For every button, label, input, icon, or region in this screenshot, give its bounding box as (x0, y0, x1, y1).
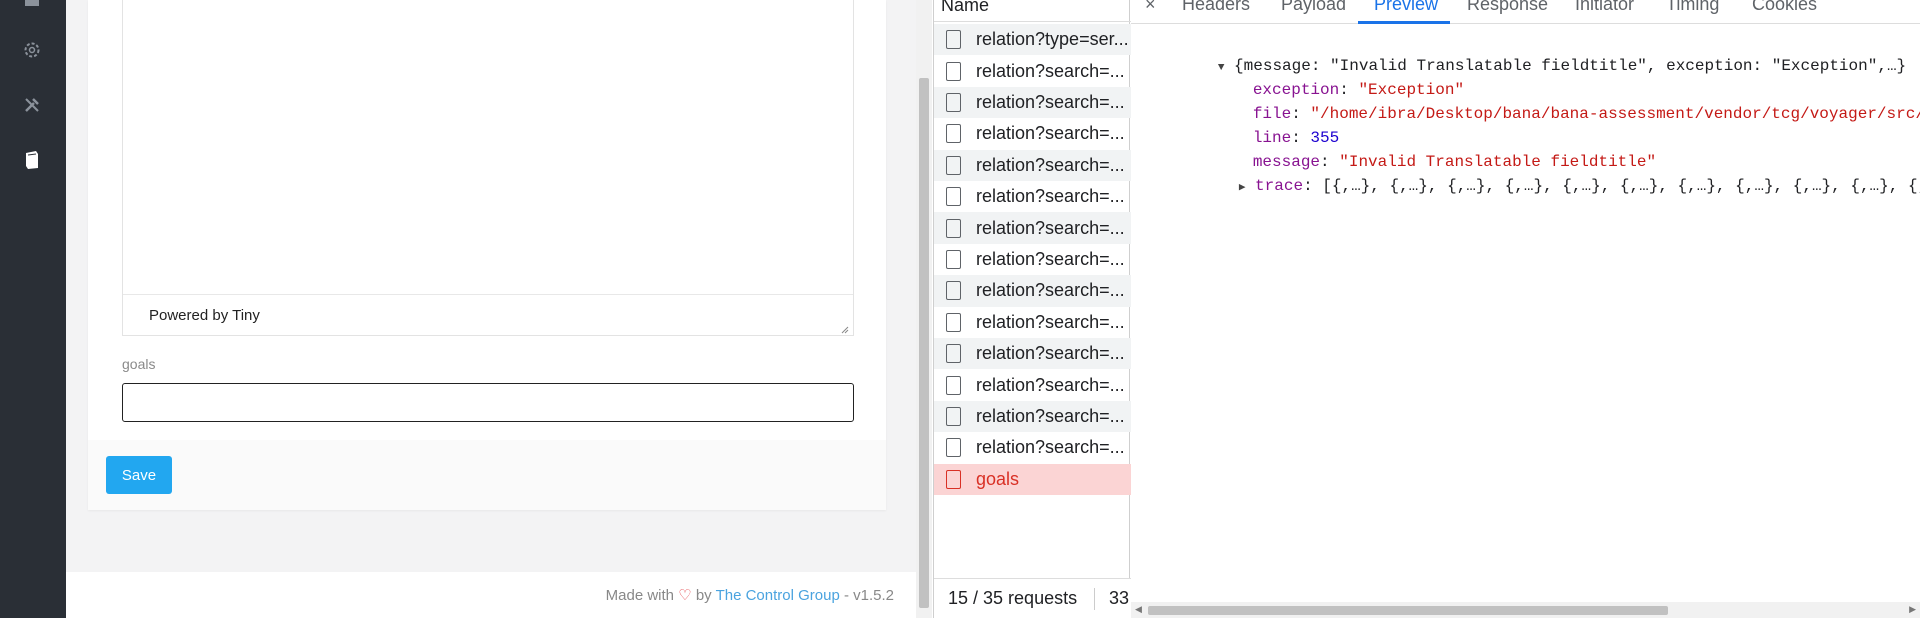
json-value: [{,…}, {,…}, {,…}, {,…}, {,…}, {,…}, {,…… (1322, 177, 1920, 195)
rich-text-editor[interactable]: Powered by Tiny (122, 0, 854, 336)
form-card: Powered by Tiny goals Save (88, 0, 886, 510)
tab-response[interactable]: Response (1467, 0, 1548, 15)
network-requests-panel: Name relation?type=ser... relation?search… (933, 0, 1131, 618)
document-icon (946, 92, 961, 112)
tab-cookies[interactable]: Cookies (1752, 0, 1817, 15)
json-value: "/home/ibra/Desktop/bana/bana-assessment… (1310, 105, 1920, 123)
json-preview: ▼ {message: "Invalid Translatable fieldt… (1131, 30, 1920, 222)
sidebar (0, 0, 66, 618)
document-icon (946, 281, 961, 301)
document-icon (946, 312, 961, 332)
request-row[interactable]: relation?search=... (934, 275, 1131, 307)
preview-panel: × Headers Payload Preview Response Initi… (1131, 0, 1920, 618)
document-icon (946, 30, 961, 50)
gear-icon[interactable] (21, 39, 43, 61)
request-row[interactable]: relation?search=... (934, 307, 1131, 338)
document-icon (946, 375, 961, 395)
status-divider (1094, 588, 1095, 610)
app-footer: Made with ♡ by The Control Group - v1.5.… (66, 572, 916, 618)
app-scrollbar[interactable] (916, 0, 932, 618)
request-row[interactable]: relation?type=ser... (934, 24, 1131, 56)
preview-hscrollbar[interactable]: ◀ ▶ (1131, 602, 1920, 618)
request-name: relation?search=... (976, 154, 1125, 175)
request-name: relation?search=... (976, 280, 1125, 301)
document-icon (946, 155, 961, 175)
save-button[interactable]: Save (106, 456, 172, 494)
request-row[interactable]: relation?search=... (934, 149, 1131, 181)
request-row[interactable]: relation?search=... (934, 181, 1131, 212)
card-footer: Save (88, 440, 886, 510)
document-icon (946, 249, 961, 269)
tab-headers[interactable]: Headers (1182, 0, 1250, 15)
made-with-text: Made with (605, 587, 675, 604)
document-icon (946, 218, 961, 238)
document-icon (946, 344, 961, 364)
json-key: trace (1255, 177, 1304, 195)
request-count: 15 / 35 requests (948, 588, 1078, 608)
footer-credits: Made with ♡ by The Control Group - v1.5.… (606, 586, 894, 604)
request-row[interactable]: relation?search=... (934, 244, 1131, 275)
request-row[interactable]: relation?search=... (934, 118, 1131, 149)
powered-by-label[interactable]: Powered by Tiny (149, 307, 260, 324)
request-row[interactable]: relation?search=... (934, 400, 1131, 433)
request-name: relation?search=... (976, 248, 1125, 269)
tools-icon[interactable] (21, 94, 43, 116)
request-row[interactable]: goals (934, 463, 1131, 495)
transfer-size: 33 (1109, 588, 1130, 608)
app-content: Powered by Tiny goals Save Made with ♡ b… (66, 0, 916, 618)
tab-timing[interactable]: Timing (1666, 0, 1719, 15)
request-name: relation?search=... (976, 343, 1125, 364)
heart-icon: ♡ (678, 587, 692, 604)
document-icon (946, 124, 961, 144)
book-icon[interactable] (21, 149, 43, 171)
close-icon[interactable]: × (1145, 0, 1156, 15)
expand-triangle-icon[interactable]: ▶ (1239, 182, 1246, 194)
request-name: relation?search=... (976, 91, 1125, 112)
scroll-left-icon[interactable]: ◀ (1135, 604, 1142, 615)
request-row[interactable]: relation?search=... (934, 212, 1131, 244)
request-row[interactable]: relation?search=... (934, 369, 1131, 400)
document-icon (946, 438, 961, 458)
tab-preview[interactable]: Preview (1374, 0, 1438, 15)
document-icon (946, 406, 961, 426)
network-status-bar: 15 / 35 requests 33 (934, 578, 1131, 618)
document-icon (946, 187, 961, 207)
name-header-label: Name (941, 0, 990, 15)
tab-payload[interactable]: Payload (1281, 0, 1346, 15)
screen: Powered by Tiny goals Save Made with ♡ b… (0, 0, 1920, 618)
document-icon (946, 61, 961, 81)
detail-tabs: × Headers Payload Preview Response Initi… (1131, 0, 1920, 24)
request-name: relation?type=ser... (976, 29, 1129, 50)
tab-initiator[interactable]: Initiator (1575, 0, 1634, 15)
preview-hscrollbar-thumb[interactable] (1148, 606, 1668, 615)
goals-label: goals (122, 356, 156, 372)
json-field-trace[interactable]: ▶ trace: [{,…}, {,…}, {,…}, {,…}, {,…}, … (1162, 150, 1920, 224)
request-name: relation?search=... (976, 374, 1125, 395)
app-scrollbar-thumb[interactable] (919, 78, 929, 608)
request-name: relation?search=... (976, 60, 1125, 81)
request-row[interactable]: relation?search=... (934, 432, 1131, 463)
request-name: relation?search=... (976, 405, 1125, 426)
request-row[interactable]: relation?search=... (934, 338, 1131, 370)
request-row[interactable]: relation?search=... (934, 55, 1131, 86)
request-name: relation?search=... (976, 437, 1125, 458)
name-column-header[interactable]: Name (934, 0, 1131, 22)
request-name: relation?search=... (976, 217, 1125, 238)
scroll-right-icon[interactable]: ▶ (1909, 604, 1916, 615)
by-text: by (695, 587, 712, 604)
request-name: relation?search=... (976, 311, 1125, 332)
resize-handle-icon[interactable] (839, 321, 849, 334)
request-name: goals (976, 468, 1020, 489)
control-group-link[interactable]: The Control Group (716, 587, 840, 604)
request-name: relation?search=... (976, 123, 1125, 144)
request-name: relation?search=... (976, 186, 1125, 207)
dashboard-icon[interactable] (21, 0, 43, 14)
request-row[interactable]: relation?search=... (934, 86, 1131, 119)
version-text: - v1.5.2 (843, 587, 894, 604)
active-tab-indicator (1358, 21, 1450, 24)
editor-statusbar: Powered by Tiny (123, 294, 853, 335)
goals-input[interactable] (122, 383, 854, 422)
document-icon (946, 469, 961, 489)
